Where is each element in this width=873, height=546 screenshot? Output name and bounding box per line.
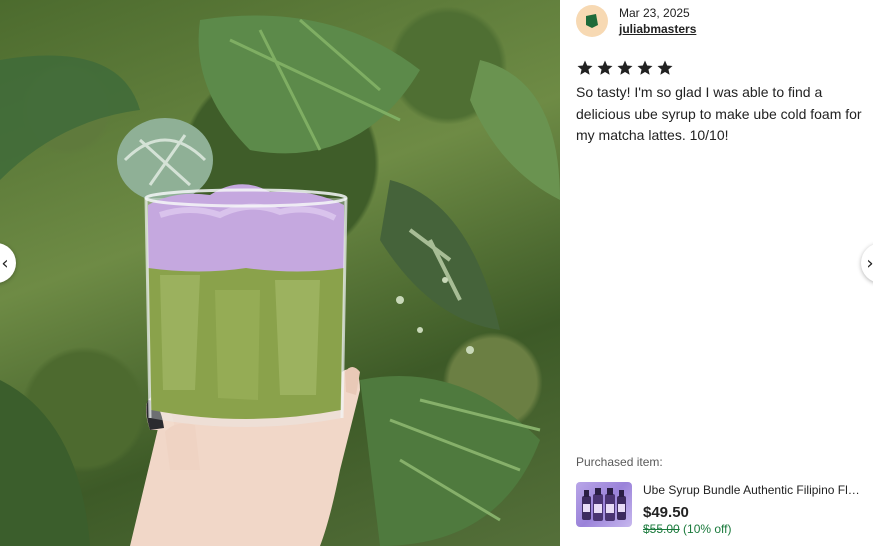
star-icon — [657, 60, 673, 75]
review-text: So tasty! I'm so glad I was able to find… — [576, 84, 862, 143]
star-icon — [617, 60, 633, 75]
purchased-item-info: Ube Syrup Bundle Authentic Filipino Flav… — [643, 482, 866, 537]
review-panel: Mar 23, 2025 juliabmasters So tasty! I'm… — [576, 0, 866, 546]
star-icon — [597, 60, 613, 75]
avatar[interactable] — [576, 5, 608, 37]
star-rating — [576, 59, 674, 77]
chevron-right-icon: › — [866, 252, 873, 274]
star-icon — [637, 60, 653, 75]
purchased-item-title[interactable]: Ube Syrup Bundle Authentic Filipino Flav… — [643, 483, 866, 498]
syrup-bottles-image — [582, 488, 626, 521]
purchased-item-original-price: $55.00 (10% off) — [643, 522, 866, 537]
purchased-item-price: $49.50 — [643, 504, 689, 521]
star-icon — [577, 60, 593, 75]
avatar-icon — [586, 14, 598, 28]
chevron-left-icon: ‹ — [1, 252, 9, 274]
review-photo — [0, 0, 560, 546]
discount-percent: (10% off) — [679, 522, 732, 536]
purchased-item-thumbnail[interactable] — [576, 482, 632, 527]
reviewer-name-link[interactable]: juliabmasters — [619, 21, 696, 37]
review-photo-illustration — [0, 15, 560, 546]
reviewer-meta: Mar 23, 2025 juliabmasters — [619, 5, 696, 37]
original-price: $55.00 — [643, 522, 680, 536]
reviewer-header: Mar 23, 2025 juliabmasters — [576, 5, 696, 37]
purchased-item[interactable]: Ube Syrup Bundle Authentic Filipino Flav… — [576, 482, 866, 537]
review-date: Mar 23, 2025 — [619, 6, 690, 20]
purchased-item-label: Purchased item: — [576, 455, 663, 469]
